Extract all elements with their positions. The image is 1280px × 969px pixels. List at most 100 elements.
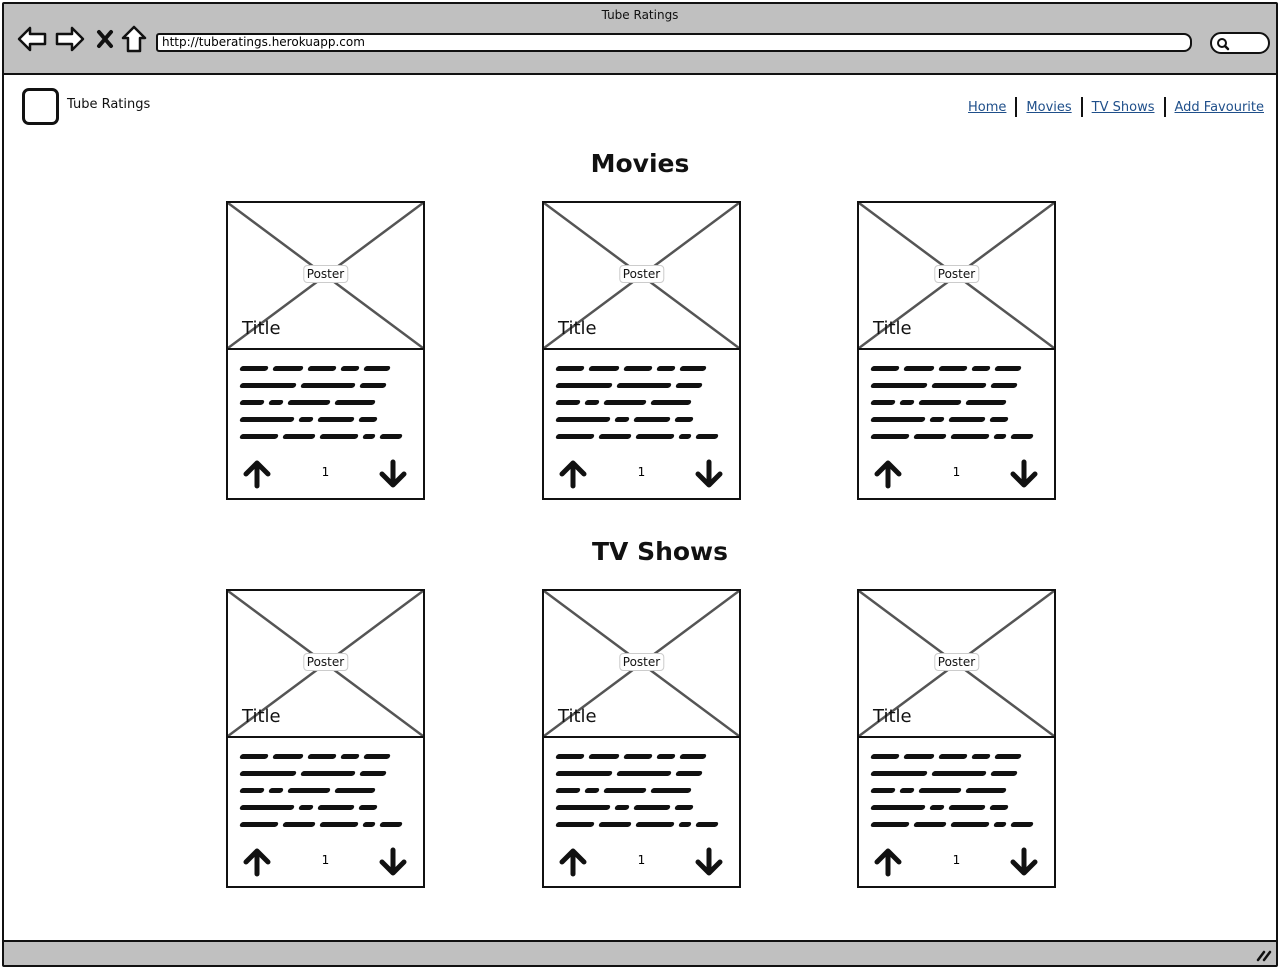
placeholder-word bbox=[675, 771, 703, 776]
placeholder-word bbox=[239, 366, 269, 371]
home-icon bbox=[121, 25, 147, 53]
placeholder-text-line bbox=[239, 383, 414, 390]
placeholder-word bbox=[990, 771, 1018, 776]
poster-label: Poster bbox=[302, 265, 349, 283]
arrow-down-icon[interactable] bbox=[378, 459, 408, 489]
placeholder-word bbox=[899, 400, 915, 405]
card-title: Title bbox=[242, 706, 281, 727]
placeholder-word bbox=[239, 754, 269, 759]
placeholder-text-line bbox=[870, 383, 1045, 390]
placeholder-word bbox=[362, 822, 376, 827]
placeholder-word bbox=[598, 822, 632, 827]
placeholder-word bbox=[948, 417, 986, 422]
placeholder-word bbox=[334, 400, 376, 405]
stop-button[interactable] bbox=[94, 24, 116, 54]
poster-placeholder[interactable]: Poster Title bbox=[544, 591, 739, 738]
placeholder-text-line bbox=[870, 417, 1045, 424]
placeholder-word bbox=[584, 788, 600, 793]
placeholder-word bbox=[994, 754, 1022, 759]
back-button[interactable] bbox=[16, 24, 48, 54]
placeholder-text-line bbox=[555, 417, 730, 424]
placeholder-word bbox=[363, 754, 391, 759]
placeholder-word bbox=[971, 754, 991, 759]
placeholder-word bbox=[633, 805, 671, 810]
resize-grip-icon[interactable] bbox=[1256, 948, 1272, 962]
arrow-down-icon[interactable] bbox=[1009, 847, 1039, 877]
poster-label: Poster bbox=[302, 653, 349, 671]
nav-link-add-favourite[interactable]: Add Favourite bbox=[1175, 100, 1265, 115]
arrow-down-icon[interactable] bbox=[1009, 459, 1039, 489]
placeholder-text-line bbox=[555, 754, 730, 761]
placeholder-text-line bbox=[870, 771, 1045, 778]
poster-placeholder[interactable]: Poster Title bbox=[228, 591, 423, 738]
placeholder-word bbox=[555, 805, 611, 810]
placeholder-word bbox=[929, 417, 945, 422]
placeholder-word bbox=[317, 805, 355, 810]
placeholder-word bbox=[379, 434, 403, 439]
placeholder-word bbox=[300, 771, 356, 776]
placeholder-word bbox=[679, 366, 707, 371]
card-description bbox=[870, 754, 1045, 839]
placeholder-word bbox=[334, 788, 376, 793]
placeholder-word bbox=[623, 366, 653, 371]
placeholder-word bbox=[555, 383, 613, 388]
placeholder-word bbox=[678, 822, 692, 827]
placeholder-word bbox=[918, 788, 962, 793]
placeholder-word bbox=[287, 400, 331, 405]
placeholder-word bbox=[555, 400, 581, 405]
placeholder-word bbox=[300, 383, 356, 388]
media-card: Poster Title 1 bbox=[226, 201, 425, 500]
media-card: Poster Title 1 bbox=[857, 201, 1056, 500]
media-card: Poster Title 1 bbox=[226, 589, 425, 888]
placeholder-word bbox=[298, 805, 314, 810]
arrow-down-icon[interactable] bbox=[694, 847, 724, 877]
nav-link-home[interactable]: Home bbox=[968, 100, 1006, 115]
poster-placeholder[interactable]: Poster Title bbox=[859, 203, 1054, 350]
card-description bbox=[239, 366, 414, 451]
placeholder-word bbox=[870, 383, 928, 388]
placeholder-word bbox=[870, 400, 896, 405]
placeholder-word bbox=[971, 366, 991, 371]
placeholder-word bbox=[913, 434, 947, 439]
placeholder-word bbox=[239, 434, 279, 439]
browser-window: Tube Ratings http://tuberatings.herokuap… bbox=[2, 2, 1278, 967]
window-title: Tube Ratings bbox=[601, 8, 679, 22]
placeholder-word bbox=[938, 366, 968, 371]
placeholder-word bbox=[903, 754, 935, 759]
home-button[interactable] bbox=[120, 24, 148, 54]
status-bar bbox=[4, 940, 1276, 965]
poster-label: Poster bbox=[933, 265, 980, 283]
poster-placeholder[interactable]: Poster Title bbox=[228, 203, 423, 350]
forward-button[interactable] bbox=[54, 24, 86, 54]
browser-search-field[interactable] bbox=[1210, 32, 1270, 54]
placeholder-text-line bbox=[870, 822, 1045, 829]
url-bar[interactable]: http://tuberatings.herokuapp.com bbox=[156, 33, 1192, 52]
nav-link-tv-shows[interactable]: TV Shows bbox=[1092, 100, 1155, 115]
back-arrow-icon bbox=[17, 26, 47, 52]
placeholder-text-line bbox=[555, 805, 730, 812]
poster-placeholder[interactable]: Poster Title bbox=[544, 203, 739, 350]
poster-placeholder[interactable]: Poster Title bbox=[859, 591, 1054, 738]
placeholder-word bbox=[239, 805, 295, 810]
arrow-down-icon[interactable] bbox=[694, 459, 724, 489]
arrow-down-icon[interactable] bbox=[378, 847, 408, 877]
placeholder-word bbox=[870, 771, 928, 776]
nav-link-movies[interactable]: Movies bbox=[1026, 100, 1071, 115]
placeholder-word bbox=[268, 788, 284, 793]
placeholder-word bbox=[239, 400, 265, 405]
placeholder-text-line bbox=[555, 383, 730, 390]
placeholder-text-line bbox=[239, 788, 414, 795]
placeholder-word bbox=[931, 383, 987, 388]
placeholder-word bbox=[614, 805, 630, 810]
placeholder-text-line bbox=[239, 434, 414, 441]
placeholder-word bbox=[678, 434, 692, 439]
placeholder-text-line bbox=[239, 417, 414, 424]
close-icon bbox=[97, 30, 113, 48]
placeholder-word bbox=[307, 366, 337, 371]
placeholder-word bbox=[239, 822, 279, 827]
placeholder-word bbox=[555, 788, 581, 793]
placeholder-text-line bbox=[239, 822, 414, 829]
placeholder-text-line bbox=[870, 400, 1045, 407]
media-card: Poster Title 1 bbox=[542, 201, 741, 500]
logo[interactable] bbox=[22, 88, 59, 125]
